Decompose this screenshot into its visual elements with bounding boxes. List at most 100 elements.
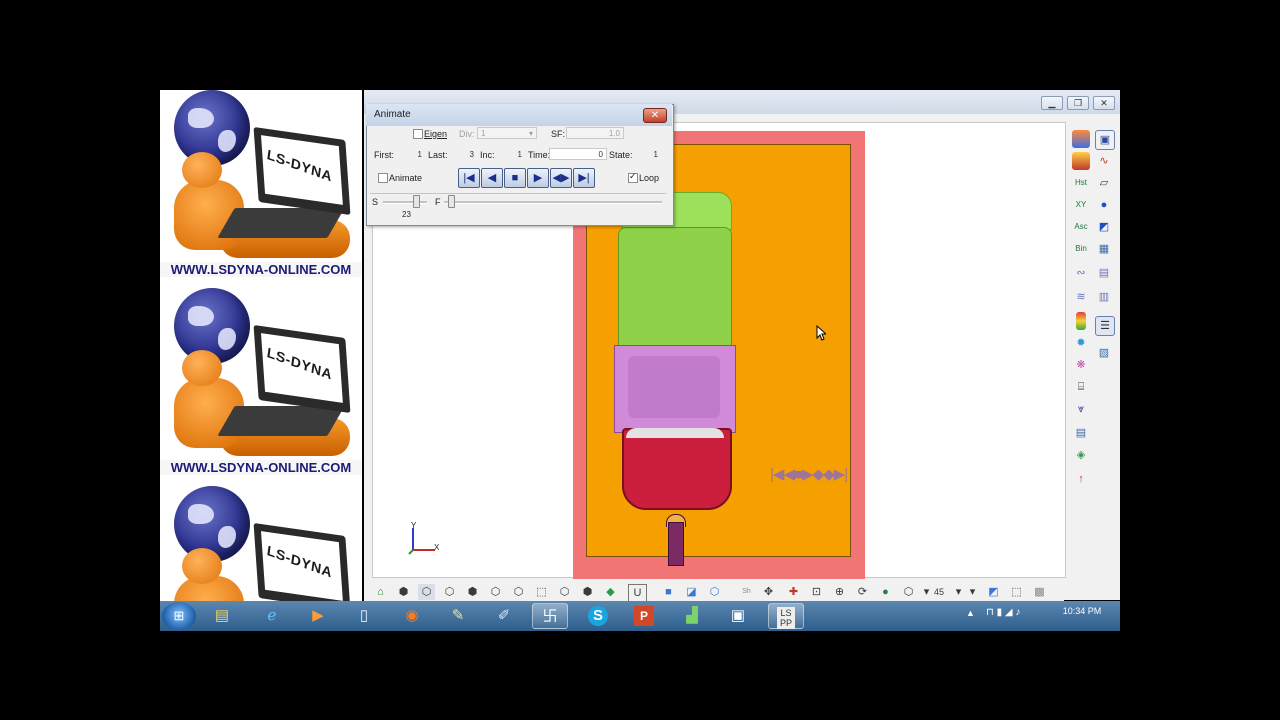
firefox-icon[interactable]: ◉	[394, 603, 430, 629]
globe-view-icon[interactable]: ●	[877, 584, 894, 600]
sphere-icon[interactable]: ●	[1095, 196, 1113, 214]
setting-icon[interactable]: ☰	[1095, 316, 1115, 336]
chart-app-icon[interactable]: ▟	[674, 603, 710, 629]
stop-button[interactable]: ■	[504, 168, 526, 188]
inc-field[interactable]: 1	[500, 148, 526, 160]
sf-field[interactable]: 1.0	[566, 127, 624, 139]
skype-icon[interactable]: S	[580, 603, 616, 629]
window-icon[interactable]: ▣	[720, 603, 756, 629]
view-edge-icon[interactable]: ⬡	[487, 584, 504, 600]
step-back-button[interactable]: ◀	[481, 168, 503, 188]
viewport-anim-controls[interactable]: |◀◀■▶◆◆▶|	[770, 465, 880, 485]
stop-icon[interactable]: ■	[794, 466, 803, 483]
ie-icon[interactable]: ℯ	[254, 603, 290, 629]
last-frame-button[interactable]: ▶|	[573, 168, 595, 188]
arrow-up-icon[interactable]: ↑	[1072, 470, 1090, 488]
color-diamond-icon[interactable]: ◆	[602, 584, 619, 600]
powerpoint-icon[interactable]: P	[626, 603, 662, 629]
model-icon[interactable]: ▣	[1095, 130, 1115, 150]
ascii-icon[interactable]: Asc	[1072, 218, 1090, 236]
checker-icon[interactable]: ▩	[1031, 584, 1048, 600]
ls-prepost-task[interactable]: LS PP	[768, 603, 804, 629]
state-field[interactable]: 1	[634, 148, 662, 160]
angle-step2-icon[interactable]: ▾	[964, 584, 981, 600]
tray-icons[interactable]: ⊓ ▮ ◢ ♪	[986, 607, 1020, 618]
group-icon[interactable]: ▧	[1095, 344, 1113, 362]
ping-pong-button[interactable]: ◀▶	[550, 168, 572, 188]
lspp-logo-icon[interactable]: 卐	[532, 603, 568, 629]
time-field[interactable]: 0	[549, 148, 607, 160]
shift-icon[interactable]: Sh	[738, 584, 755, 600]
document-icon[interactable]: ▯	[346, 603, 382, 629]
vector-icon[interactable]: ≋	[1072, 288, 1090, 306]
tray-up-arrow-icon[interactable]: ▲	[966, 608, 975, 618]
first-field[interactable]: 1	[400, 148, 426, 160]
fringe-icon[interactable]	[1076, 312, 1086, 330]
rotate-icon[interactable]: ⟳	[854, 584, 871, 600]
mesh-icon[interactable]: ▦	[1095, 240, 1113, 258]
color-icon[interactable]: ◈	[1072, 446, 1090, 464]
last-field[interactable]: 3	[452, 148, 478, 160]
view-dotted-icon[interactable]: ⬚	[533, 584, 550, 600]
plane-icon[interactable]: ▱	[1095, 174, 1113, 192]
blank-icon[interactable]: ⌸	[1072, 378, 1090, 396]
view-shaded-icon[interactable]: ⬡	[418, 584, 435, 600]
view-feature-icon[interactable]: ⬡	[556, 584, 573, 600]
close-window-button[interactable]: ✕	[1093, 96, 1115, 110]
minimize-button[interactable]: ▁	[1041, 96, 1063, 110]
play-icon[interactable]: ▶	[802, 466, 814, 483]
curve-icon[interactable]: ∿	[1095, 152, 1113, 170]
view-mesh-icon[interactable]: ⬢	[464, 584, 481, 600]
frame-slider-track[interactable]	[444, 201, 662, 204]
dialog-close-button[interactable]: ✕	[643, 108, 667, 123]
view-cube-icon[interactable]	[1072, 130, 1090, 148]
undo-icon[interactable]: U	[628, 584, 647, 602]
view-solid-icon[interactable]: ⬢	[395, 584, 412, 600]
fit-icon[interactable]: ⬡	[706, 584, 723, 600]
translate-icon[interactable]: ✥	[760, 584, 777, 600]
explorer-icon[interactable]: ▤	[204, 603, 240, 629]
first-frame-icon[interactable]: |◀	[770, 466, 784, 483]
binout-icon[interactable]: Bin	[1072, 240, 1090, 258]
animate-checkbox[interactable]	[378, 173, 388, 183]
deform-icon[interactable]: ⩔	[1072, 400, 1090, 418]
ping-pong-icon[interactable]: ◆◆	[813, 466, 835, 483]
history-icon[interactable]	[1072, 152, 1090, 170]
view-grid-icon[interactable]: ⬢	[579, 584, 596, 600]
notepad-icon[interactable]: ✎	[440, 603, 476, 629]
restore-button[interactable]: ❐	[1067, 96, 1089, 110]
animate-dialog-titlebar[interactable]: Animate	[366, 104, 672, 126]
box-icon[interactable]: ◪	[683, 584, 700, 600]
cube-blue-icon[interactable]: ■	[660, 584, 677, 600]
zoom-box-icon[interactable]: ⊡	[808, 584, 825, 600]
play-button[interactable]: ▶	[527, 168, 549, 188]
step-back-icon[interactable]: ◀	[783, 466, 795, 483]
xy-icon[interactable]: XY	[1072, 196, 1090, 214]
eigen-checkbox[interactable]	[413, 129, 423, 139]
speed-slider-thumb[interactable]	[413, 195, 420, 208]
xy-plot-icon[interactable]: Hst	[1072, 174, 1090, 192]
frame-slider-thumb[interactable]	[448, 195, 455, 208]
center-icon[interactable]: ✚	[785, 584, 802, 600]
zoom-icon[interactable]: ⊕	[831, 584, 848, 600]
speed-slider-track[interactable]	[383, 201, 427, 204]
first-frame-button[interactable]: |◀	[458, 168, 480, 188]
media-player-icon[interactable]: ▶	[300, 603, 336, 629]
sph-icon[interactable]: ❋	[1072, 356, 1090, 374]
select-icon[interactable]: ◩	[1095, 218, 1113, 236]
home-icon[interactable]: ⌂	[372, 584, 389, 600]
trace-icon[interactable]: ∾	[1072, 264, 1090, 282]
last-frame-icon[interactable]: ▶|	[834, 466, 848, 483]
view-hidden-icon[interactable]: ⬡	[510, 584, 527, 600]
clock[interactable]: 10:34 PM	[1052, 606, 1112, 616]
grid-icon[interactable]: ▤	[1095, 264, 1113, 282]
paint-icon[interactable]: ✐	[486, 603, 522, 629]
split-icon[interactable]: ▤	[1072, 424, 1090, 442]
div-select[interactable]: 1 ▾	[477, 127, 537, 139]
measure-icon[interactable]: ✹	[1072, 334, 1090, 352]
start-button[interactable]: ⊞	[162, 602, 196, 630]
view-wire-icon[interactable]: ⬡	[441, 584, 458, 600]
loop-checkbox[interactable]	[628, 171, 638, 183]
cube-iso-icon[interactable]: ◩	[985, 584, 1002, 600]
perspective-icon[interactable]: ⬡	[900, 584, 917, 600]
